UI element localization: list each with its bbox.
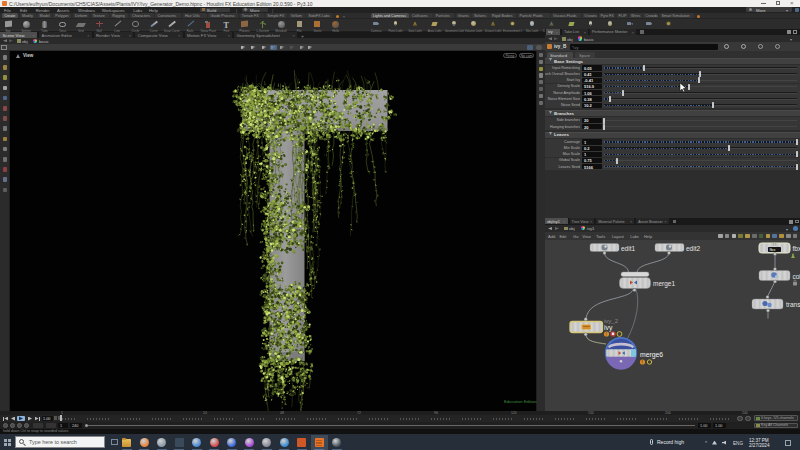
svg-text:!: ! [642,360,643,365]
svg-text:!: ! [606,332,607,337]
svg-text:ivy_2: ivy_2 [604,317,619,323]
svg-text:merge6: merge6 [640,350,663,358]
svg-text:fbx: fbx [770,247,777,252]
svg-text:edit2: edit2 [686,244,700,251]
svg-text:col: col [793,272,800,279]
svg-text:edit1: edit1 [621,244,635,251]
svg-text:merge1: merge1 [653,280,675,288]
svg-text:ivy: ivy [604,324,613,332]
svg-text:trans: trans [786,301,800,308]
svg-text:fbx: fbx [793,245,800,252]
